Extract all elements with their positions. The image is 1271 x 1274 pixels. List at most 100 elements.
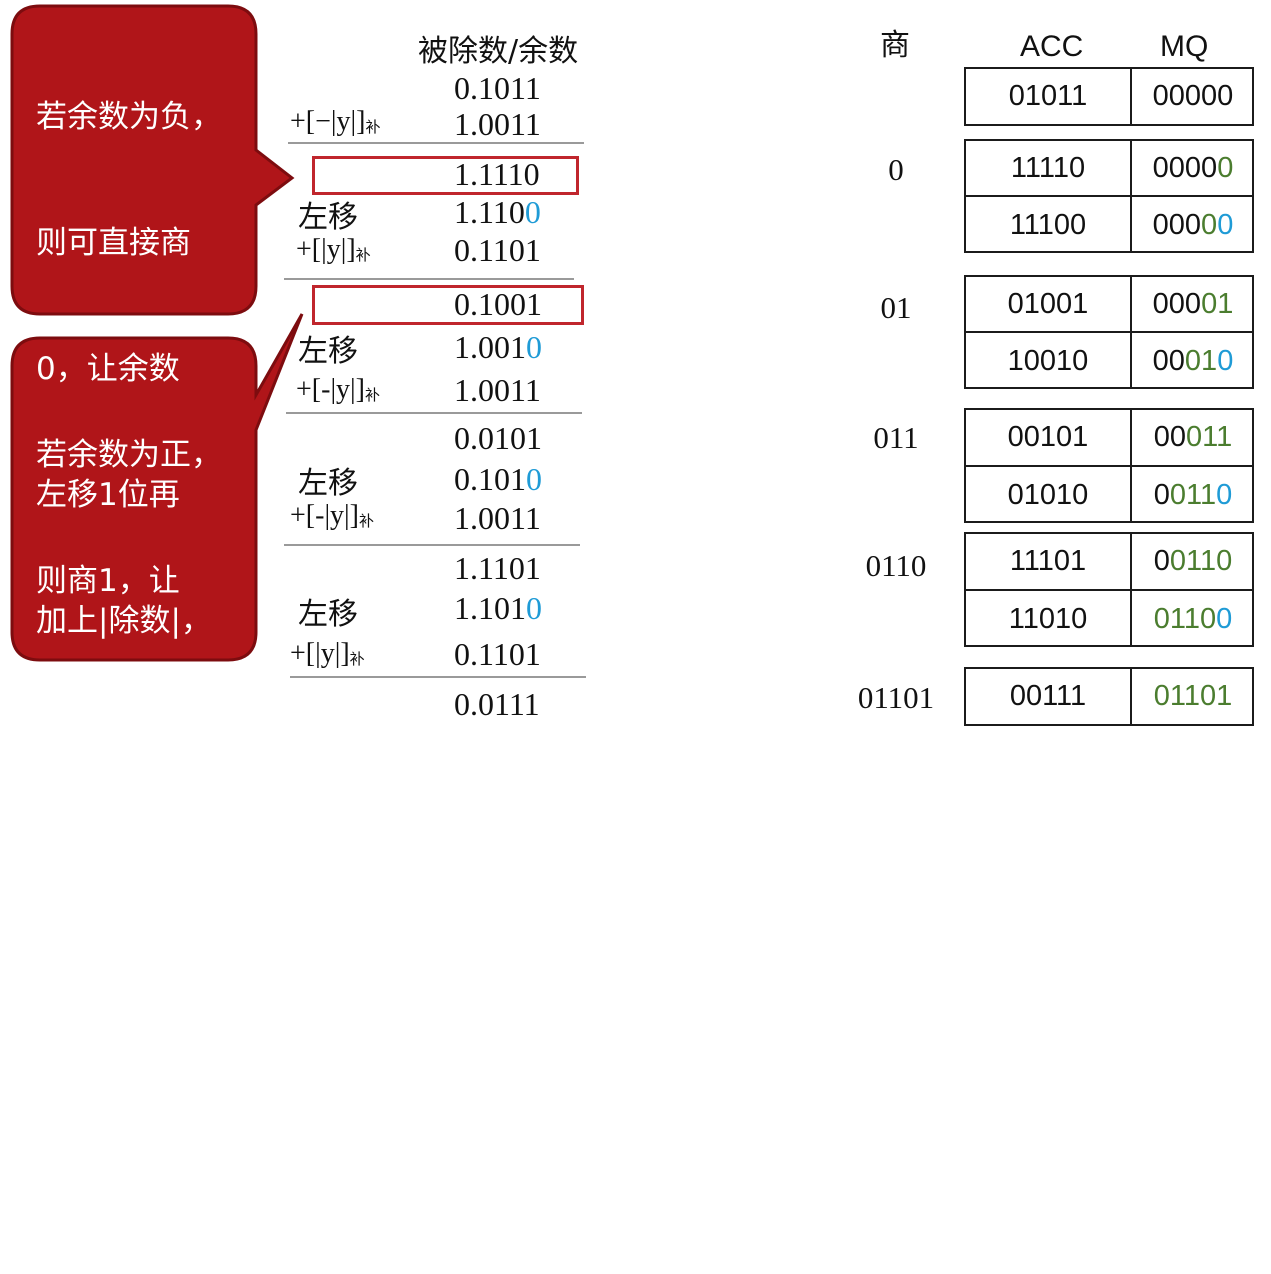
op-text: +[−|y|] — [290, 106, 366, 137]
mq-remaining-bits: 00 — [1153, 421, 1187, 453]
quotient-header: 商 — [880, 28, 910, 63]
register-group: 00101 00 011 01010 0 011 0 — [964, 408, 1254, 523]
acc-cell: 00101 — [966, 410, 1132, 467]
remainder-highlight-box — [312, 285, 584, 325]
shifted-value-main: 1.101 — [454, 590, 526, 626]
callout-line: 余数左移1 — [36, 689, 180, 725]
mq-header: MQ — [1160, 30, 1209, 63]
mq-quotient-bits: 011 — [1186, 421, 1233, 453]
acc-cell: 01010 — [966, 467, 1132, 523]
shifted-value-main: 1.001 — [454, 329, 526, 365]
quotient-value: 0 — [888, 152, 904, 187]
acc-cell: 10010 — [966, 333, 1132, 389]
register-row: 00111 01101 — [964, 667, 1254, 726]
register-group: 11110 0000 0 11100 000 0 0 — [964, 139, 1254, 253]
mq-cell: 000 01 — [1132, 277, 1254, 333]
shifted-in-bit: 0 — [526, 329, 542, 365]
separator-line — [284, 544, 580, 546]
mq-quotient-bits: 01 — [1184, 344, 1218, 377]
divisor-value: 0.1101 — [454, 636, 541, 672]
add-neg-divisor-label: +[-|y|]补 — [290, 500, 374, 532]
remainder-value: 0.1001 — [454, 286, 542, 322]
mq-remaining-bits: 0 — [1153, 545, 1170, 577]
acc-header: ACC — [1020, 30, 1084, 63]
shifted-value: 1.1100 — [454, 194, 541, 231]
add-divisor-label: +[|y|]补 — [290, 638, 365, 670]
mq-quotient-bits: 01 — [1201, 287, 1234, 320]
register-row: 01011 00000 — [964, 67, 1254, 126]
acc-cell: 00111 — [966, 669, 1132, 724]
positive-callout-text: 若余数为正， 则商1，让 余数左移1 位再减去 |除数|，得 到下一个新 余数 — [36, 350, 222, 1274]
mq-cell: 0110 0 — [1132, 591, 1254, 647]
final-remainder-value: 0.0111 — [454, 686, 540, 722]
mq-remaining-bits: 000 — [1152, 287, 1202, 320]
mq-shifted-bit: 0 — [1216, 602, 1233, 635]
mq-cell: 00000 — [1132, 141, 1254, 197]
mq-quotient-bits: 0110 — [1153, 602, 1217, 635]
mq-shifted-bit: 0 — [1217, 208, 1234, 241]
mq-shifted-bit: 0 — [1217, 344, 1234, 377]
op-text: +[|y|] — [296, 234, 356, 265]
mq-cell: 00000 — [1132, 69, 1254, 124]
callout-line: |除数|，得 — [36, 941, 181, 977]
callout-line: 则可直接商 — [36, 225, 191, 261]
shifted-value-main: 0.101 — [454, 461, 526, 497]
shifted-value: 0.1010 — [454, 461, 542, 498]
acc-cell: 11101 — [966, 534, 1132, 591]
mq-remaining-bits: 00 — [1152, 344, 1185, 377]
complement-subscript: 补 — [358, 512, 374, 530]
mq-remaining-bits: 000 — [1152, 208, 1202, 241]
callout-line: 到下一个新 — [36, 1067, 191, 1103]
quotient-value: 0110 — [865, 548, 927, 583]
mq-quotient-bits: 011 — [1169, 478, 1217, 511]
shift-left-label: 左移 — [298, 334, 358, 369]
mq-quotient-bits: 0 — [1201, 208, 1218, 241]
acc-cell: 11100 — [966, 197, 1132, 253]
add-divisor-label: +[|y|]补 — [296, 234, 371, 266]
op-text: +[-|y|] — [296, 374, 365, 405]
mq-remaining-bits: 0000 — [1152, 151, 1218, 184]
acc-cell: 01011 — [966, 69, 1132, 124]
callout-line: 余数 — [36, 1193, 98, 1229]
mq-cell: 00000 — [1132, 197, 1254, 253]
mq-cell: 00110 — [1132, 534, 1254, 591]
remainder-value: 0.0101 — [454, 420, 542, 456]
mq-remaining-bits: 00000 — [1152, 80, 1234, 112]
separator-line — [284, 278, 574, 280]
complement-subscript: 补 — [349, 650, 365, 668]
acc-cell: 11110 — [966, 141, 1132, 197]
shifted-in-bit: 0 — [526, 461, 542, 497]
op-text: +[|y|] — [290, 638, 350, 669]
op-text: +[-|y|] — [290, 500, 359, 531]
neg-divisor-value: 1.0011 — [454, 500, 541, 536]
quotient-value: 011 — [873, 420, 919, 455]
separator-line — [288, 142, 584, 144]
mq-cell: 00110 — [1132, 467, 1254, 523]
shifted-value: 1.1010 — [454, 590, 542, 627]
shifted-in-bit: 0 — [526, 590, 542, 626]
add-neg-divisor-label: +[−|y|]补 — [290, 106, 380, 138]
divisor-value: 0.1101 — [454, 232, 541, 268]
dividend-remainder-header: 被除数/余数 — [418, 34, 579, 69]
neg-divisor-value: 1.0011 — [454, 106, 541, 142]
mq-quotient-bits: 01101 — [1153, 680, 1233, 712]
register-group: 11101 0 0110 11010 0110 0 — [964, 532, 1254, 647]
callout-line: 位再减去 — [36, 815, 160, 851]
acc-cell: 11010 — [966, 591, 1132, 647]
add-neg-divisor-label: +[-|y|]补 — [296, 374, 380, 406]
quotient-value: 01101 — [857, 680, 935, 715]
shift-left-label: 左移 — [298, 597, 358, 632]
callout-line: 若余数为负， — [36, 99, 222, 135]
callout-line: 若余数为正， — [36, 437, 222, 473]
quotient-value: 01 — [880, 290, 912, 325]
separator-line — [286, 412, 582, 414]
dividend-value: 0.1011 — [454, 70, 541, 106]
neg-divisor-value: 1.0011 — [454, 372, 541, 408]
acc-cell: 01001 — [966, 277, 1132, 333]
mq-cell: 00 011 — [1132, 410, 1254, 467]
complement-subscript: 补 — [355, 246, 371, 264]
complement-subscript: 补 — [364, 386, 380, 404]
callout-line: 则商1，让 — [36, 563, 180, 599]
mq-cell: 01101 — [1132, 669, 1254, 724]
register-group: 01001 000 01 10010 00 01 0 — [964, 275, 1254, 389]
